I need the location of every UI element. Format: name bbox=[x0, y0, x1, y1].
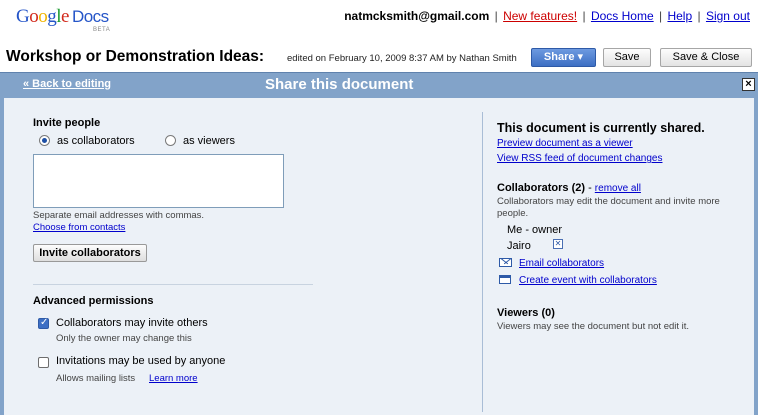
rss-feed-link[interactable]: View RSS feed of document changes bbox=[497, 153, 662, 164]
radio-as-collaborators[interactable] bbox=[39, 135, 50, 146]
sign-out-link[interactable]: Sign out bbox=[706, 9, 750, 23]
shared-status-heading: This document is currently shared. bbox=[497, 121, 705, 135]
checkbox-invitations-anyone[interactable] bbox=[38, 357, 49, 368]
docs-home-link[interactable]: Docs Home bbox=[591, 9, 654, 23]
collaborators-header: Collaborators (2) - remove all bbox=[497, 182, 641, 194]
invite-people-heading: Invite people bbox=[33, 117, 101, 129]
email-collaborators-link[interactable]: Email collaborators bbox=[519, 258, 604, 269]
preview-as-viewer-link[interactable]: Preview document as a viewer bbox=[497, 138, 633, 149]
collaborators-count: Collaborators (2) bbox=[497, 182, 586, 194]
save-and-close-button[interactable]: Save & Close bbox=[660, 48, 752, 67]
back-to-editing-link[interactable]: « Back to editing bbox=[23, 78, 111, 90]
share-dialog-header: « Back to editing Share this document × bbox=[0, 72, 758, 98]
dialog-title: Share this document bbox=[265, 76, 414, 93]
create-event-link[interactable]: Create event with collaborators bbox=[519, 275, 657, 286]
app-window: Google Docs BETA natmcksmith@gmail.com | … bbox=[0, 0, 758, 415]
beta-label: BETA bbox=[93, 27, 111, 33]
share-button[interactable]: Share ▾ bbox=[531, 48, 596, 67]
invite-collaborators-button[interactable]: Invite collaborators bbox=[33, 244, 147, 262]
section-divider bbox=[33, 284, 313, 285]
invite-email-textarea[interactable] bbox=[33, 154, 284, 208]
checkbox-sublabel-mailing-lists: Allows mailing lists bbox=[56, 373, 136, 384]
collaborators-desc-line2: people. bbox=[497, 208, 529, 219]
account-links: natmcksmith@gmail.com | New features! | … bbox=[344, 9, 750, 23]
save-button[interactable]: Save bbox=[603, 48, 651, 67]
collaborator-jairo: Jairo bbox=[507, 240, 531, 252]
calendar-icon bbox=[499, 275, 511, 284]
email-icon bbox=[499, 258, 512, 267]
choose-from-contacts-link[interactable]: Choose from contacts bbox=[33, 222, 125, 233]
radio-label-collaborators: as collaborators bbox=[57, 135, 135, 147]
collaborators-desc-line1: Collaborators may edit the document and … bbox=[497, 196, 720, 207]
checkbox-sublabel-owner-only: Only the owner may change this bbox=[56, 333, 192, 344]
email-hint: Separate email addresses with commas. bbox=[33, 210, 205, 221]
radio-as-viewers[interactable] bbox=[165, 135, 176, 146]
checkbox-label-collaborators-invite: Collaborators may invite others bbox=[56, 317, 208, 329]
share-dialog-body: Invite people as collaborators as viewer… bbox=[0, 98, 758, 415]
viewers-heading: Viewers (0) bbox=[497, 307, 555, 319]
new-features-link[interactable]: New features! bbox=[503, 9, 577, 23]
collaborator-owner: Me - owner bbox=[507, 224, 563, 236]
radio-label-viewers: as viewers bbox=[183, 135, 235, 147]
edit-info: edited on February 10, 2009 8:37 AM by N… bbox=[287, 53, 517, 64]
user-email: natmcksmith@gmail.com bbox=[344, 9, 490, 23]
checkbox-collaborators-invite[interactable] bbox=[38, 317, 49, 329]
help-link[interactable]: Help bbox=[667, 9, 692, 23]
remove-all-link[interactable]: remove all bbox=[595, 183, 641, 194]
learn-more-link[interactable]: Learn more bbox=[149, 373, 198, 384]
close-icon[interactable]: × bbox=[742, 78, 755, 91]
document-title[interactable]: Workshop or Demonstration Ideas: bbox=[6, 48, 264, 66]
viewers-desc: Viewers may see the document but not edi… bbox=[497, 321, 690, 332]
google-docs-logo[interactable]: Google Docs bbox=[16, 6, 109, 28]
advanced-permissions-heading: Advanced permissions bbox=[33, 295, 154, 307]
checkbox-label-invitations-anyone: Invitations may be used by anyone bbox=[56, 355, 226, 367]
top-bar: Google Docs BETA natmcksmith@gmail.com | … bbox=[0, 0, 758, 44]
column-divider bbox=[482, 112, 483, 412]
remove-collaborator-icon[interactable]: ✕ bbox=[553, 239, 563, 249]
